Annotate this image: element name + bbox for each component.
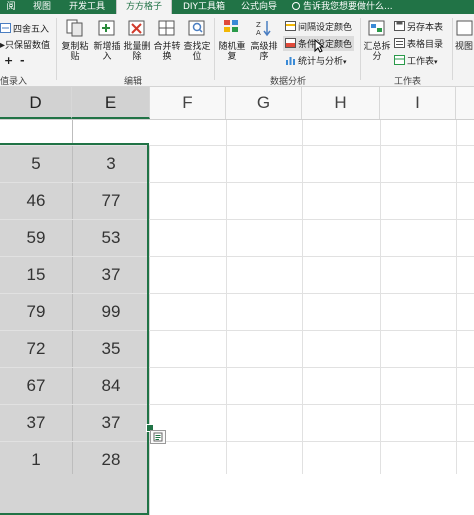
tab-review[interactable]: 阅: [0, 0, 22, 14]
batch-delete-button[interactable]: 批量删 除: [122, 18, 152, 62]
group-label-worksheet: 工作表: [394, 77, 422, 87]
plus-button[interactable]: +: [4, 54, 13, 67]
statistics-icon: [286, 57, 295, 65]
merge-convert-label-2: 换: [162, 52, 172, 62]
column-header-h[interactable]: H: [302, 87, 380, 119]
spreadsheet-grid[interactable]: D E F G H I 5 46 59 15 79 72 67 37 1 3 7…: [0, 87, 474, 515]
ribbon-tab-bar: 阅 视图 开发工具 方方格子 DIY工具箱 公式向导 告诉我您想要做什么...: [0, 0, 474, 14]
insert-icon: [98, 20, 115, 36]
summary-split-label-2: 分: [372, 52, 382, 62]
interval-color-label: 间隔设定颜色: [298, 23, 353, 33]
tab-fangfang-gezi[interactable]: 方方格子: [116, 0, 172, 14]
find-locate-label-2: 位: [192, 52, 202, 62]
gridline: [380, 120, 381, 474]
svg-text:Z: Z: [256, 21, 261, 29]
lightbulb-icon: [292, 2, 300, 10]
keep-values-label: 只保留数值: [5, 41, 51, 51]
summary-split-button[interactable]: 汇总拆 分: [362, 18, 392, 62]
gridline: [226, 120, 227, 474]
view-label: 视图: [454, 42, 473, 52]
ribbon: 四舍五入 ▸只保留数值 + - 值录入 复制粘 贴 新增插 入 批量删 除 合并…: [0, 14, 474, 87]
advanced-sort-button[interactable]: ZA 高级排 序: [248, 18, 280, 62]
gridline: [302, 120, 303, 474]
interval-color-icon: [285, 21, 296, 31]
round-label: 四舍五入: [13, 25, 50, 35]
batch-delete-label: 批量删: [123, 42, 151, 52]
copy-paste-label: 复制粘: [61, 42, 89, 52]
quick-analysis-icon: [153, 432, 163, 442]
merge-convert-icon: [158, 20, 175, 36]
random-repeat-icon: [224, 20, 238, 32]
insert-label: 新增插: [93, 42, 121, 52]
selection-border: [0, 143, 149, 515]
interval-color-button[interactable]: 间隔设定颜色: [285, 20, 352, 33]
insert-button[interactable]: 新增插 入: [92, 18, 122, 62]
worksheet-menu-label: 工作表: [407, 57, 435, 67]
group-separator: [56, 18, 57, 80]
round-button[interactable]: 四舍五入: [0, 22, 49, 35]
find-locate-icon: [188, 20, 205, 36]
random-repeat-button[interactable]: 随机重 复: [216, 18, 248, 62]
tell-me-search[interactable]: 告诉我您想要做什么...: [292, 0, 402, 14]
save-sheet-as-label: 另存本表: [407, 23, 444, 33]
worksheet-menu-button[interactable]: 工作表▾: [394, 54, 438, 67]
statistics-label: 统计与分析: [298, 57, 344, 67]
advanced-sort-label: 高级排: [250, 42, 278, 52]
column-header-i[interactable]: I: [380, 87, 456, 119]
group-separator: [452, 18, 453, 80]
find-locate-label: 查找定: [183, 42, 211, 52]
sheet-directory-button[interactable]: 表格目录: [394, 37, 443, 50]
advanced-sort-label-2: 序: [259, 52, 269, 62]
minus-button[interactable]: -: [20, 54, 25, 67]
worksheet-icon: [394, 55, 405, 65]
mouse-cursor-icon: [314, 39, 324, 53]
chevron-down-icon: ▾: [343, 58, 347, 66]
group-label-value-entry: 值录入: [0, 77, 28, 87]
advanced-sort-icon: ZA: [256, 21, 271, 37]
tab-diy-toolbox[interactable]: DIY工具箱: [178, 0, 230, 14]
directory-icon: [394, 38, 405, 48]
view-icon: [456, 20, 473, 36]
view-button[interactable]: 视图: [454, 18, 474, 52]
group-separator: [214, 18, 215, 80]
tell-me-text: 告诉我您想要做什么...: [303, 2, 393, 12]
save-icon: [394, 21, 405, 31]
group-label-edit: 编辑: [124, 77, 143, 87]
copy-paste-label-2: 贴: [70, 52, 80, 62]
save-sheet-as-button[interactable]: 另存本表: [394, 20, 443, 33]
column-header-g[interactable]: G: [226, 87, 302, 119]
group-separator: [360, 18, 361, 80]
sheet-directory-label: 表格目录: [407, 40, 444, 50]
column-header-e[interactable]: E: [72, 87, 150, 119]
copy-paste-button[interactable]: 复制粘 贴: [58, 18, 92, 62]
column-header-f[interactable]: F: [150, 87, 226, 119]
copy-paste-icon: [66, 19, 83, 37]
gridline: [456, 120, 457, 474]
quick-analysis-button[interactable]: [150, 430, 166, 444]
random-repeat-label-2: 复: [227, 52, 237, 62]
column-header-d[interactable]: D: [0, 87, 72, 119]
statistics-analysis-button[interactable]: 统计与分析▾: [285, 54, 347, 67]
tab-formula-wizard[interactable]: 公式向导: [238, 0, 280, 14]
conditional-color-label: 条件设定颜色: [298, 40, 353, 50]
summary-split-label: 汇总拆: [363, 42, 391, 52]
group-label-data-analysis: 数据分析: [270, 77, 307, 87]
chevron-down-icon: ▾: [434, 58, 438, 66]
keep-values-button[interactable]: ▸只保留数值: [0, 38, 50, 51]
tab-view[interactable]: 视图: [28, 0, 56, 14]
find-locate-button[interactable]: 查找定 位: [182, 18, 212, 62]
svg-text:A: A: [256, 29, 261, 37]
merge-convert-button[interactable]: 合并转 换: [152, 18, 182, 62]
conditional-color-icon: [285, 38, 296, 48]
summary-split-icon: [368, 20, 385, 36]
merge-convert-label: 合并转: [153, 42, 181, 52]
tab-developer[interactable]: 开发工具: [66, 0, 108, 14]
insert-label-2: 入: [102, 52, 112, 62]
random-repeat-label: 随机重: [218, 42, 246, 52]
batch-delete-label-2: 除: [132, 52, 142, 62]
round-icon: [0, 23, 11, 33]
batch-delete-icon: [128, 20, 145, 36]
